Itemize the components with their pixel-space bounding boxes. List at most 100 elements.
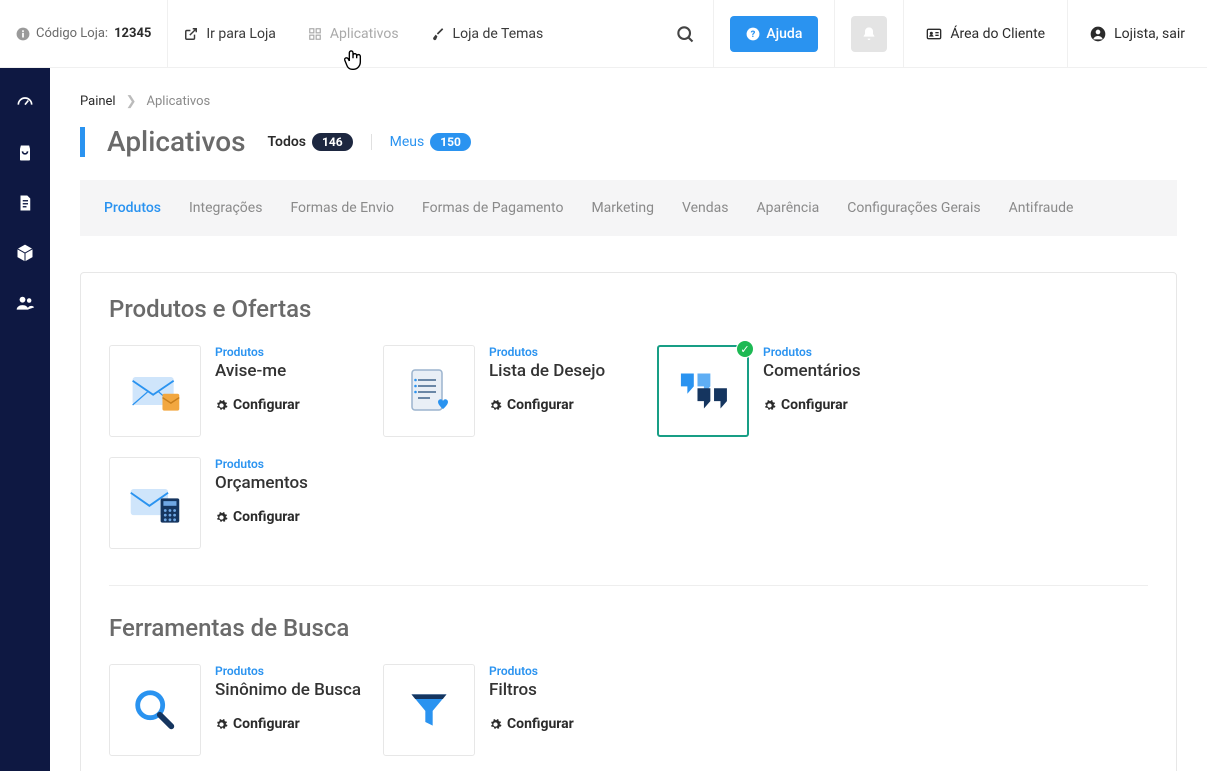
bell-icon — [861, 26, 877, 42]
breadcrumb-root[interactable]: Painel — [80, 94, 116, 109]
filter-mine-label: Meus — [390, 134, 425, 150]
mail-box-icon — [127, 367, 183, 415]
sidebar — [0, 68, 50, 771]
gear-icon — [215, 718, 228, 731]
app-icon-filters[interactable] — [383, 664, 475, 756]
category-tabs: Produtos Integrações Formas de Envio For… — [80, 180, 1177, 236]
topnav-go-to-store[interactable]: Ir para Loja — [168, 26, 292, 42]
configure-label: Configurar — [233, 716, 300, 732]
search-button[interactable] — [665, 14, 705, 54]
filter-all[interactable]: Todos 146 — [268, 133, 353, 151]
filter-mine[interactable]: Meus 150 — [390, 133, 471, 151]
notifications-button[interactable] — [851, 16, 887, 52]
filter-group: Todos 146 Meus 150 — [268, 133, 471, 151]
sidebar-documents[interactable] — [14, 192, 36, 214]
configure-button[interactable]: Configurar — [215, 397, 300, 413]
sidebar-customers[interactable] — [14, 292, 36, 314]
tab-formas-pagamento[interactable]: Formas de Pagamento — [422, 200, 563, 216]
configure-button[interactable]: Configurar — [215, 716, 361, 732]
app-wishlist: Produtos Lista de Desejo Configurar — [383, 345, 637, 437]
tab-aparencia[interactable]: Aparência — [757, 200, 820, 216]
app-name: Lista de Desejo — [489, 361, 605, 381]
gear-icon — [763, 399, 776, 412]
section-title-products: Produtos e Ofertas — [109, 295, 1148, 323]
magnifier-icon — [131, 686, 179, 734]
svg-text:?: ? — [751, 28, 756, 39]
store-code-label: Código Loja: — [36, 26, 108, 41]
chevron-right-icon: ❯ — [126, 94, 137, 109]
tab-antifraude[interactable]: Antifraude — [1009, 200, 1074, 216]
content-card: Produtos e Ofertas Produtos Avise-me Con… — [80, 272, 1177, 771]
app-icon-budgets[interactable] — [109, 457, 201, 549]
tab-formas-envio[interactable]: Formas de Envio — [290, 200, 394, 216]
account-label: Lojista, sair — [1114, 26, 1185, 42]
brush-icon — [431, 27, 445, 41]
configure-label: Configurar — [507, 716, 574, 732]
tab-config-gerais[interactable]: Configurações Gerais — [847, 200, 980, 216]
tab-vendas[interactable]: Vendas — [682, 200, 729, 216]
topnav-apps-label: Aplicativos — [330, 26, 399, 42]
configure-label: Configurar — [507, 397, 574, 413]
client-area-link[interactable]: Área do Cliente — [904, 0, 1068, 67]
tab-produtos[interactable]: Produtos — [104, 200, 161, 216]
grid-icon — [308, 27, 322, 41]
sidebar-products[interactable] — [14, 242, 36, 264]
search-icon — [675, 24, 695, 44]
help-button[interactable]: ? Ajuda — [730, 16, 818, 52]
app-name: Comentários — [763, 361, 861, 381]
user-icon — [1090, 26, 1106, 42]
app-grid-search: Produtos Sinônimo de Busca Configurar Pr… — [109, 664, 1148, 756]
configure-label: Configurar — [233, 397, 300, 413]
app-icon-synonym[interactable] — [109, 664, 201, 756]
filter-mine-count: 150 — [430, 133, 471, 151]
app-name: Filtros — [489, 680, 574, 700]
configure-button[interactable]: Configurar — [215, 509, 308, 525]
app-name: Sinônimo de Busca — [215, 680, 361, 700]
app-filters: Produtos Filtros Configurar — [383, 664, 637, 756]
id-card-icon — [926, 26, 942, 42]
app-category: Produtos — [489, 345, 605, 359]
shopping-bag-icon — [15, 143, 35, 163]
section-divider — [109, 585, 1148, 586]
app-category: Produtos — [763, 345, 861, 359]
gear-icon — [489, 718, 502, 731]
gear-icon — [489, 399, 502, 412]
app-aviseme: Produtos Avise-me Configurar — [109, 345, 363, 437]
app-icon-aviseme[interactable] — [109, 345, 201, 437]
app-synonym: Produtos Sinônimo de Busca Configurar — [109, 664, 363, 756]
breadcrumb-current: Aplicativos — [147, 94, 211, 109]
topbar: Código Loja: 12345 Ir para Loja Aplicati… — [0, 0, 1207, 68]
page-title: Aplicativos — [107, 125, 246, 158]
store-code: Código Loja: 12345 — [0, 0, 168, 67]
tab-marketing[interactable]: Marketing — [591, 200, 654, 216]
sidebar-dashboard[interactable] — [14, 92, 36, 114]
app-category: Produtos — [215, 664, 361, 678]
topnav-theme-store[interactable]: Loja de Temas — [415, 26, 560, 42]
page-title-row: Aplicativos Todos 146 Meus 150 — [80, 125, 1177, 158]
users-icon — [14, 293, 36, 313]
filter-all-count: 146 — [312, 133, 353, 151]
account-link[interactable]: Lojista, sair — [1068, 0, 1207, 67]
app-category: Produtos — [489, 664, 574, 678]
store-code-value: 12345 — [114, 26, 151, 41]
title-accent-bar — [80, 127, 85, 157]
topnav: Ir para Loja Aplicativos Loja de Temas — [168, 0, 559, 67]
configure-button[interactable]: Configurar — [763, 397, 861, 413]
app-icon-wishlist[interactable] — [383, 345, 475, 437]
tab-integracoes[interactable]: Integrações — [189, 200, 262, 216]
configure-button[interactable]: Configurar — [489, 716, 574, 732]
app-grid-products: Produtos Avise-me Configurar Produtos — [109, 345, 1148, 549]
quotes-icon — [675, 368, 731, 414]
app-budgets: Produtos Orçamentos Configurar — [109, 457, 363, 549]
info-icon — [16, 27, 30, 41]
app-icon-comments[interactable]: ✓ — [657, 345, 749, 437]
topnav-theme-store-label: Loja de Temas — [453, 26, 544, 42]
section-title-search: Ferramentas de Busca — [109, 614, 1148, 642]
help-label: Ajuda — [766, 26, 802, 42]
topnav-apps[interactable]: Aplicativos — [292, 26, 415, 42]
configure-button[interactable]: Configurar — [489, 397, 605, 413]
sidebar-orders[interactable] — [14, 142, 36, 164]
document-icon — [16, 193, 34, 213]
gauge-icon — [15, 93, 35, 113]
configure-label: Configurar — [781, 397, 848, 413]
